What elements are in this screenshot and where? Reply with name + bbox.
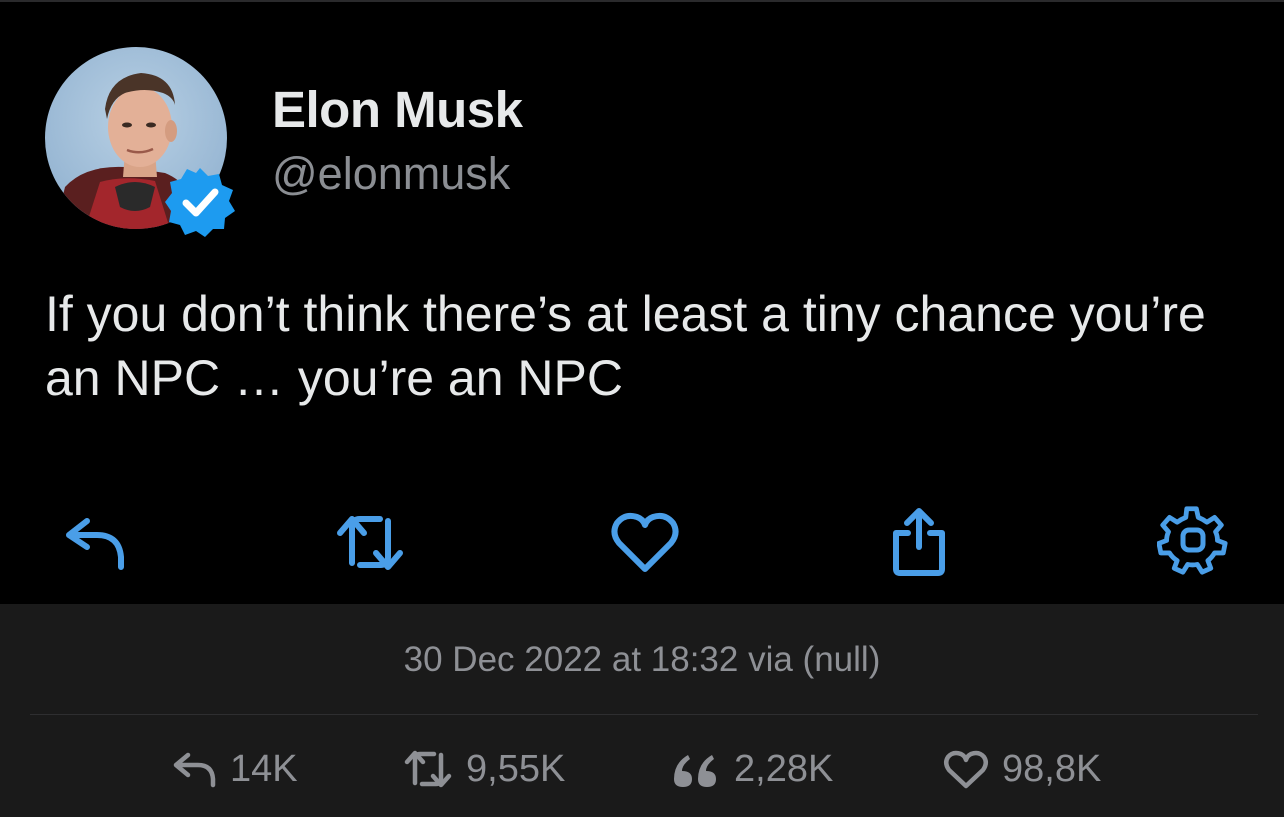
heart-icon (611, 512, 679, 572)
user-handle[interactable]: @elonmusk (272, 148, 510, 200)
stat-retweets[interactable]: 9,55K (402, 744, 565, 794)
like-button[interactable] (605, 502, 685, 582)
settings-button[interactable] (1153, 502, 1233, 582)
tweet-timestamp: 30 Dec 2022 at 18:32 via (null) (403, 640, 881, 679)
replies-count: 14K (230, 747, 298, 790)
share-icon (893, 508, 945, 576)
retweet-icon (402, 749, 454, 789)
stat-quotes[interactable]: 2,28K (670, 744, 833, 794)
retweets-count: 9,55K (466, 747, 566, 790)
likes-count: 98,8K (1002, 747, 1102, 790)
verified-badge-icon (165, 168, 235, 237)
share-button[interactable] (879, 502, 959, 582)
reply-icon (66, 518, 124, 570)
reply-icon (172, 749, 218, 789)
tweet-text: If you don’t think there’s at least a ti… (45, 286, 1206, 406)
retweet-button[interactable] (330, 502, 410, 582)
tweet-card: Elon Musk @elonmusk If you don’t think t… (0, 2, 1284, 604)
reply-button[interactable] (54, 502, 134, 582)
retweet-icon (337, 516, 403, 570)
tweet-meta: 30 Dec 2022 at 18:32 via (null) 14K 9,55… (0, 604, 1284, 817)
quotes-count: 2,28K (734, 747, 834, 790)
display-name[interactable]: Elon Musk (272, 80, 523, 139)
stat-likes[interactable]: 98,8K (942, 744, 1101, 794)
stat-replies[interactable]: 14K (172, 744, 298, 794)
quote-icon (670, 749, 722, 789)
avatar-container[interactable] (45, 47, 235, 237)
heart-icon (942, 749, 990, 789)
divider (30, 714, 1258, 715)
gear-icon (1157, 506, 1228, 575)
